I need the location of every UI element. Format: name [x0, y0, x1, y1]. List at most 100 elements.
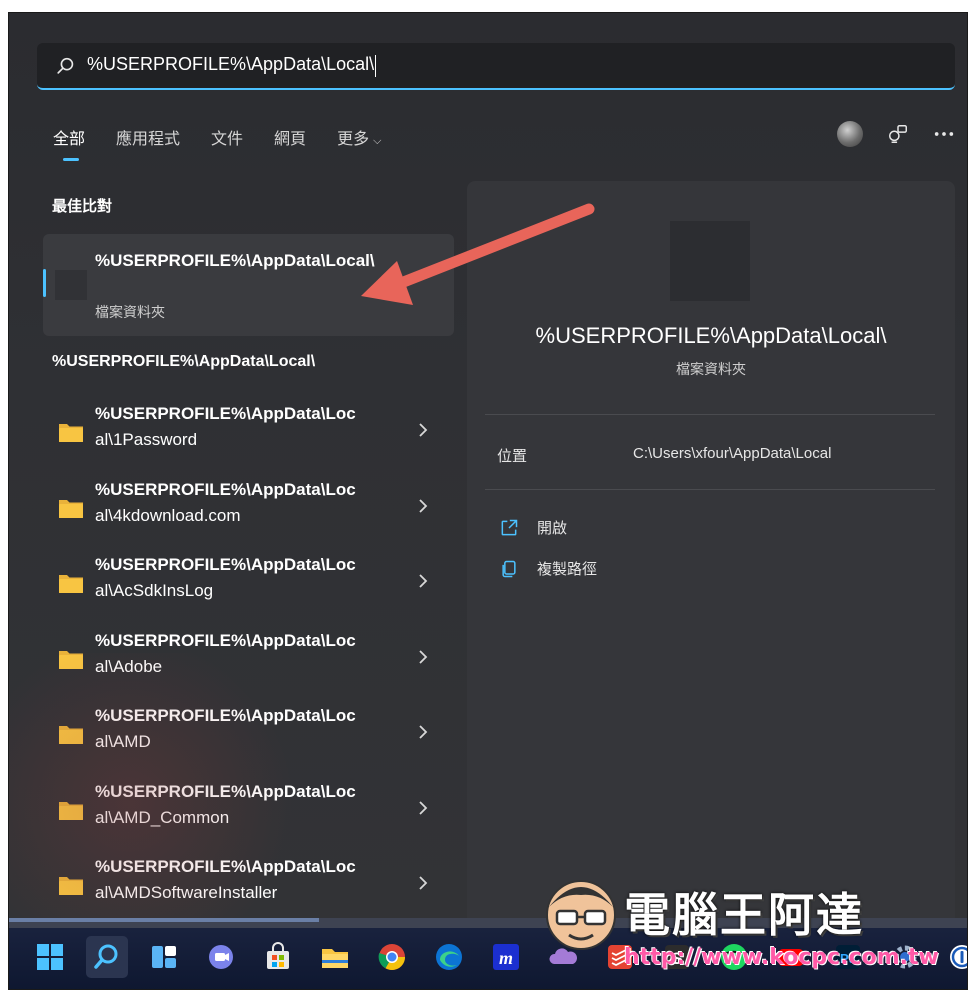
svg-text:S: S: [671, 949, 682, 968]
folder-result-title: %USERPROFILE%\AppData\Loc al\AMD_Common: [95, 779, 385, 831]
folder-result-line2: al\4kdownload.com: [95, 505, 241, 525]
search-query-text: %USERPROFILE%\AppData\Local\: [87, 54, 375, 75]
folder-result-title: %USERPROFILE%\AppData\Loc al\AcSdkInsLog: [95, 552, 385, 604]
folder-icon: [59, 726, 83, 744]
folder-icon: [59, 650, 83, 669]
onedrive-icon: [549, 948, 577, 964]
folder-result-line2: al\AMDSoftwareInstaller: [95, 883, 278, 902]
spotify-icon: [721, 944, 747, 970]
folder-thumbnail: [55, 270, 87, 300]
store-button[interactable]: [257, 936, 299, 978]
text-caret: [375, 54, 377, 77]
1password-icon: [950, 945, 967, 969]
folder-group-heading: %USERPROFILE%\AppData\Local\: [52, 353, 316, 370]
file-explorer-icon: [322, 949, 348, 968]
folder-icon: [59, 424, 83, 442]
chevron-right-icon[interactable]: [417, 874, 429, 892]
folder-result-row[interactable]: %USERPROFILE%\AppData\Loc al\AMDSoftwareI…: [43, 852, 454, 928]
folder-result-title: %USERPROFILE%\AppData\Loc al\Adobe: [95, 628, 385, 680]
onedrive-button[interactable]: [542, 936, 584, 978]
folder-icon: [59, 801, 83, 820]
best-match-heading: 最佳比對: [52, 198, 113, 215]
folder-result-line1: %USERPROFILE%\AppData\Loc: [95, 404, 356, 423]
widgets-icon: [152, 946, 176, 968]
folder-result-row[interactable]: %USERPROFILE%\AppData\Loc al\1Password: [43, 399, 454, 475]
tab-apps[interactable]: 應用程式: [116, 125, 180, 161]
tab-more[interactable]: 更多 ⌵: [337, 125, 381, 161]
edge-icon: [436, 944, 462, 970]
chevron-right-icon[interactable]: [417, 497, 429, 515]
tab-more-label: 更多: [337, 131, 370, 148]
search-panel: %USERPROFILE%\AppData\Local\ 全部 應用程式 文件 …: [9, 13, 967, 953]
app-m-button[interactable]: m: [485, 936, 527, 978]
youtube-button[interactable]: [770, 936, 812, 978]
tab-all[interactable]: 全部: [53, 125, 85, 161]
todoist-button[interactable]: [599, 936, 641, 978]
folder-result-row[interactable]: %USERPROFILE%\AppData\Loc al\Adobe: [43, 626, 454, 702]
chevron-right-icon[interactable]: [417, 723, 429, 741]
file-explorer-button[interactable]: [314, 936, 356, 978]
chevron-right-icon[interactable]: [417, 421, 429, 439]
folder-result-row[interactable]: %USERPROFILE%\AppData\Loc al\AcSdkInsLog: [43, 550, 454, 626]
chevron-right-icon[interactable]: [417, 799, 429, 817]
search-input[interactable]: %USERPROFILE%\AppData\Local\: [87, 54, 377, 77]
youtube-icon: [778, 949, 804, 966]
open-external-icon: [501, 519, 518, 535]
header-actions: [837, 121, 955, 147]
widgets-button[interactable]: [143, 936, 185, 978]
edge-button[interactable]: [428, 936, 470, 978]
chevron-right-icon[interactable]: [417, 648, 429, 666]
folder-result-title: %USERPROFILE%\AppData\Loc al\1Password: [95, 401, 385, 453]
chevron-right-icon[interactable]: [417, 572, 429, 590]
1password-button[interactable]: [941, 936, 967, 978]
folder-result-line2: al\AMD: [95, 732, 151, 751]
app-s-button[interactable]: S: [656, 936, 698, 978]
best-match-title: %USERPROFILE%\AppData\Local\: [95, 251, 375, 270]
search-box[interactable]: %USERPROFILE%\AppData\Local\: [37, 43, 955, 90]
folder-result-title: %USERPROFILE%\AppData\Loc al\4kdownload.c…: [95, 477, 385, 529]
folder-icon: [59, 877, 83, 895]
chrome-icon: [378, 944, 406, 971]
tab-documents[interactable]: 文件: [211, 125, 243, 161]
folder-icon: [59, 499, 83, 518]
chrome-button[interactable]: [371, 936, 413, 978]
folder-result-line1: %USERPROFILE%\AppData\Loc: [95, 479, 356, 499]
folder-result-row[interactable]: %USERPROFILE%\AppData\Loc al\4kdownload.c…: [43, 475, 454, 551]
folder-results-list: %USERPROFILE%\AppData\Loc al\1Password %US…: [43, 399, 454, 928]
open-action[interactable]: 開啟: [499, 517, 567, 538]
search-icon: [94, 944, 118, 969]
settings-icon: [893, 945, 917, 969]
settings-button[interactable]: [884, 936, 926, 978]
more-options-icon[interactable]: [933, 123, 955, 145]
todoist-icon: [608, 945, 632, 969]
best-match-result[interactable]: %USERPROFILE%\AppData\Local\ 檔案資料夾: [43, 234, 454, 336]
preview-pane: %USERPROFILE%\AppData\Local\ 檔案資料夾 位置 C:…: [467, 181, 955, 918]
spotify-button[interactable]: [713, 936, 755, 978]
teams-chat-button[interactable]: [200, 936, 242, 978]
folder-result-title: %USERPROFILE%\AppData\Loc al\AMDSoftwareI…: [95, 854, 385, 906]
app-m-icon: m: [493, 944, 519, 970]
folder-result-row[interactable]: %USERPROFILE%\AppData\Loc al\AMD_Common: [43, 777, 454, 853]
divider: [485, 489, 935, 490]
tab-web[interactable]: 網頁: [274, 125, 306, 161]
app-s-icon: S: [665, 945, 689, 969]
avatar[interactable]: [837, 121, 863, 147]
filter-tabs: 全部 應用程式 文件 網頁 更多 ⌵: [53, 125, 412, 161]
rewards-icon[interactable]: [887, 123, 909, 145]
copy-path-action[interactable]: 複製路徑: [499, 558, 597, 579]
folder-result-line1: %USERPROFILE%\AppData\Loc: [95, 781, 356, 801]
folder-result-row[interactable]: %USERPROFILE%\AppData\Loc al\AMD: [43, 701, 454, 777]
folder-result-line2: al\Adobe: [95, 656, 163, 676]
copy-path-action-label: 複製路徑: [537, 561, 598, 578]
folder-result-line2: al\AMD_Common: [95, 807, 230, 827]
search-icon: [57, 57, 74, 74]
taskbar-search-button[interactable]: [86, 936, 128, 978]
best-match-subtitle: 檔案資料夾: [95, 304, 165, 320]
chevron-down-icon: ⌵: [373, 135, 382, 147]
store-icon: [267, 942, 289, 969]
start-button[interactable]: [29, 936, 71, 978]
copy-path-icon: [502, 560, 516, 577]
photoshop-button[interactable]: Ps: [827, 936, 869, 978]
folder-result-line1: %USERPROFILE%\AppData\Loc: [95, 630, 356, 650]
folder-result-line2: al\1Password: [95, 430, 198, 449]
